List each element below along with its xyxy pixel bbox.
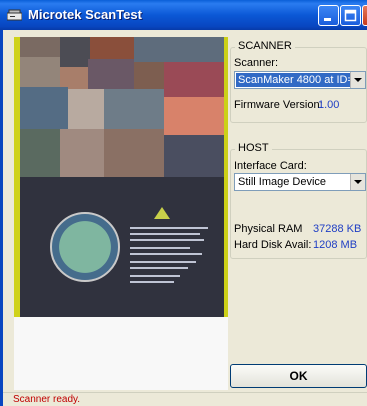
scantest-window: Microtek ScanTest SCANNER Scanner: ScanM… xyxy=(0,0,367,406)
host-group-title: HOST xyxy=(235,142,272,154)
collage-photo xyxy=(20,37,60,57)
collage-photo xyxy=(20,87,68,129)
collage-photo xyxy=(60,129,104,177)
maximize-button[interactable] xyxy=(340,5,361,26)
scanner-group-title: SCANNER xyxy=(235,40,295,52)
disk-label: Hard Disk Avail: xyxy=(234,239,312,251)
scan-preview[interactable] xyxy=(14,37,228,390)
collage-photo xyxy=(68,89,104,129)
scanner-select-value: ScanMaker 4800 at ID=0 xyxy=(236,73,362,87)
interface-label: Interface Card: xyxy=(234,160,307,172)
firmware-label: Firmware Version: xyxy=(234,99,323,111)
collage-photo xyxy=(104,129,164,177)
preview-text-line xyxy=(130,267,188,269)
window-title: Microtek ScanTest xyxy=(28,7,142,22)
preview-empty-area xyxy=(14,317,228,390)
ok-button[interactable]: OK xyxy=(230,364,367,388)
status-text: Scanner ready. xyxy=(13,394,81,405)
status-bar: Scanner ready. xyxy=(3,392,367,406)
collage-photo xyxy=(104,89,164,129)
collage-photo xyxy=(20,57,60,87)
preview-text-line xyxy=(130,253,202,255)
interface-select-value: Still Image Device xyxy=(238,176,327,188)
minimize-button[interactable] xyxy=(318,5,339,26)
collage-photo xyxy=(60,67,88,89)
collage-photo xyxy=(60,37,90,67)
collage-photo xyxy=(90,37,134,59)
preview-text-line xyxy=(130,239,204,241)
disk-value: 1208 MB xyxy=(313,239,358,251)
collage-photo xyxy=(164,62,224,97)
preview-map-section xyxy=(20,177,224,317)
preview-text-line xyxy=(130,275,180,277)
preview-text-line xyxy=(130,261,196,263)
preview-photo-collage xyxy=(20,37,224,177)
dropdown-arrow-icon[interactable] xyxy=(350,72,365,88)
collage-photo xyxy=(164,135,224,177)
scanner-app-icon xyxy=(7,9,22,21)
interface-select[interactable]: Still Image Device xyxy=(234,173,366,191)
preview-map-graphic xyxy=(50,212,120,282)
scanner-label: Scanner: xyxy=(234,57,279,69)
minimize-icon xyxy=(324,18,331,21)
preview-text-line xyxy=(130,233,200,235)
maximize-icon xyxy=(344,9,357,22)
collage-photo xyxy=(20,129,60,177)
close-button[interactable] xyxy=(362,5,367,26)
preview-text-line xyxy=(130,227,208,229)
collage-photo xyxy=(88,59,134,89)
dropdown-arrow-icon[interactable] xyxy=(350,174,365,190)
title-bar[interactable]: Microtek ScanTest xyxy=(0,0,367,30)
close-icon xyxy=(363,6,367,25)
preview-edge-strip xyxy=(224,37,228,317)
ram-value: 37288 KB xyxy=(313,223,362,235)
collage-photo xyxy=(134,37,224,62)
preview-logo xyxy=(154,207,170,219)
scanner-select[interactable]: ScanMaker 4800 at ID=0 xyxy=(234,71,366,89)
preview-text-line xyxy=(130,281,174,283)
firmware-value: 1.00 xyxy=(318,99,340,111)
collage-photo xyxy=(164,97,224,135)
ram-label: Physical RAM xyxy=(234,223,303,235)
preview-text-line xyxy=(130,247,190,249)
